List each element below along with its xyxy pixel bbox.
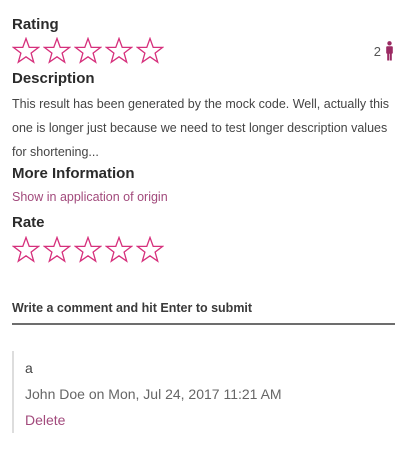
person-icon bbox=[385, 41, 394, 61]
rating-count: 2 bbox=[374, 41, 394, 61]
comment-item: a John Doe on Mon, Jul 24, 2017 11:21 AM… bbox=[12, 351, 394, 433]
more-information-heading: More Information bbox=[12, 165, 135, 182]
description-heading: Description bbox=[12, 70, 95, 87]
rate-stars bbox=[12, 236, 164, 264]
rate-star-1-icon[interactable] bbox=[12, 236, 40, 264]
rate-heading: Rate bbox=[12, 214, 45, 231]
rating-star-icon bbox=[12, 37, 40, 65]
comment-input[interactable] bbox=[12, 292, 395, 325]
rating-star-icon bbox=[74, 37, 102, 65]
rate-star-5-icon[interactable] bbox=[136, 236, 164, 264]
comment-text: a bbox=[25, 360, 33, 376]
rating-stars bbox=[12, 37, 164, 65]
rating-count-value: 2 bbox=[373, 43, 381, 59]
rating-star-icon bbox=[136, 37, 164, 65]
show-in-origin-link[interactable]: Show in application of origin bbox=[12, 190, 168, 204]
rating-star-icon bbox=[43, 37, 71, 65]
description-text: This result has been generated by the mo… bbox=[12, 97, 390, 159]
rating-star-icon bbox=[105, 37, 133, 65]
rate-star-2-icon[interactable] bbox=[43, 236, 71, 264]
rate-star-4-icon[interactable] bbox=[105, 236, 133, 264]
rate-star-3-icon[interactable] bbox=[74, 236, 102, 264]
comment-delete-link[interactable]: Delete bbox=[25, 412, 65, 428]
comment-meta: John Doe on Mon, Jul 24, 2017 11:21 AM bbox=[25, 386, 282, 402]
rating-heading: Rating bbox=[12, 16, 59, 33]
